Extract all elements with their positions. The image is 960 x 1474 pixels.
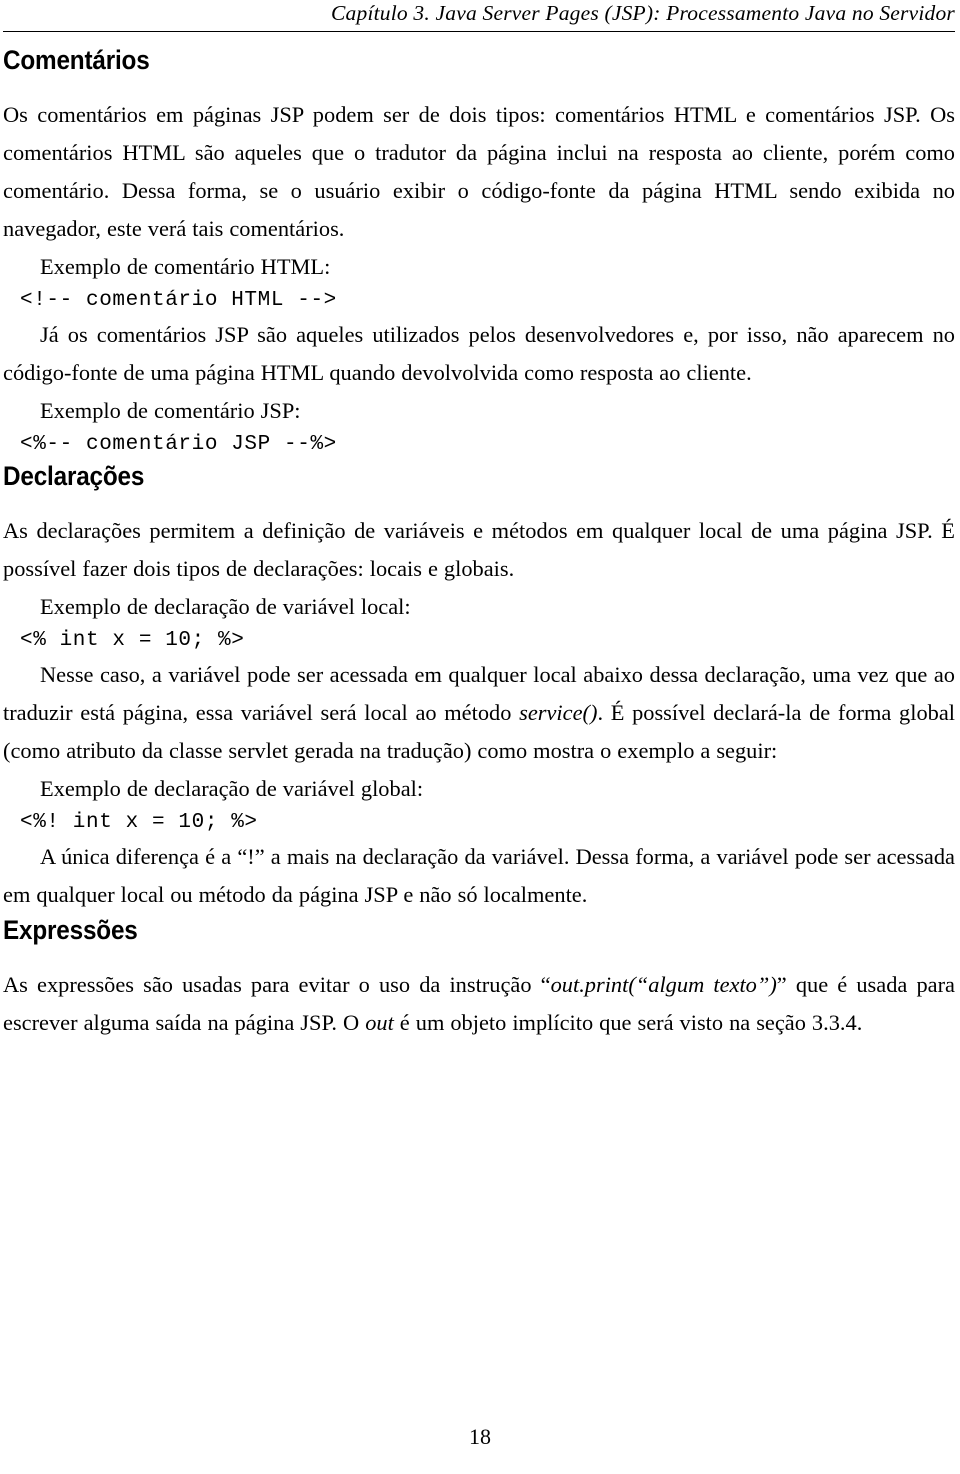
paragraph-comentarios-intro: Os comentários em páginas JSP podem ser … bbox=[3, 102, 955, 241]
paragraph-exemplo-decl-global: Exemplo de declaração de variável global… bbox=[40, 776, 424, 801]
page-number: 18 bbox=[469, 1424, 491, 1449]
paragraph-expressoes: As expressões são usadas para evitar o u… bbox=[3, 966, 955, 1042]
inline-italic-out-print: out.print(“algum texto”) bbox=[550, 972, 777, 997]
paragraph-exemplo-comentario-html: Exemplo de comentário HTML: bbox=[40, 254, 331, 279]
inline-italic-out: out bbox=[365, 1010, 394, 1035]
code-global-declaration: <%! int x = 10; %> bbox=[20, 811, 258, 834]
paragraph-nesse-caso: Nesse caso, a variável pode ser acessada… bbox=[3, 656, 955, 770]
paragraph-exemplo-comentario-jsp: Exemplo de comentário JSP: bbox=[40, 398, 301, 423]
page-content: Comentários Os comentários em páginas JS… bbox=[3, 44, 955, 1042]
paragraph-expressoes-part1: As expressões são usadas para evitar o u… bbox=[3, 972, 551, 997]
document-page: Capítulo 3. Java Server Pages (JSP): Pro… bbox=[0, 0, 960, 1474]
section-heading-comentarios: Comentários bbox=[3, 45, 150, 75]
running-header: Capítulo 3. Java Server Pages (JSP): Pro… bbox=[331, 1, 955, 25]
section-heading-declaracoes: Declarações bbox=[3, 461, 145, 491]
header-rule-divider bbox=[3, 31, 955, 32]
section-heading-expressoes: Expressões bbox=[3, 915, 138, 945]
paragraph-unica-diferenca: A única diferença é a “!” a mais na decl… bbox=[3, 844, 955, 907]
code-jsp-comment: <%-- comentário JSP --%> bbox=[20, 433, 337, 456]
code-local-declaration: <% int x = 10; %> bbox=[20, 629, 245, 652]
paragraph-exemplo-decl-local: Exemplo de declaração de variável local: bbox=[40, 594, 411, 619]
paragraph-comentarios-jsp: Já os comentários JSP são aqueles utiliz… bbox=[3, 322, 955, 385]
paragraph-expressoes-part3: é um objeto implícito que será visto na … bbox=[393, 1010, 863, 1035]
inline-italic-service: service() bbox=[519, 700, 598, 725]
code-html-comment: <!-- comentário HTML --> bbox=[20, 289, 337, 312]
paragraph-declaracoes-intro: As declarações permitem a definição de v… bbox=[3, 518, 955, 581]
